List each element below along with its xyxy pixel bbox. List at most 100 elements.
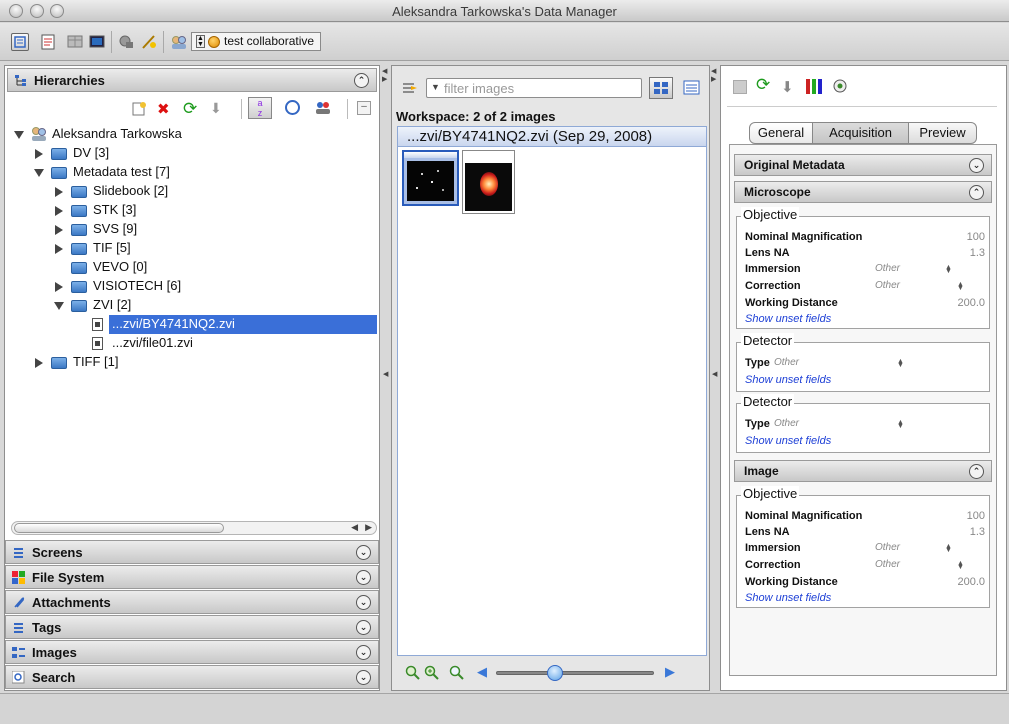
scroll-left-arrow-icon[interactable]: ◀ <box>351 522 358 533</box>
next-arrow-icon[interactable]: ▶ <box>665 664 675 680</box>
filter-people-icon[interactable] <box>314 100 332 119</box>
immersion-select[interactable]: Other <box>875 263 900 274</box>
editor-icon[interactable] <box>40 33 58 51</box>
filesystem-header[interactable]: File System ⌄ <box>5 565 379 589</box>
groups-icon[interactable] <box>170 33 188 51</box>
collapsed-arrow-icon[interactable] <box>55 244 63 254</box>
list-view-icon[interactable] <box>683 80 701 99</box>
table-view-icon[interactable] <box>66 33 84 51</box>
microscope-header[interactable]: Microscope ⌃ <box>734 181 992 203</box>
grip-arrow-icon[interactable]: ◀ <box>383 370 388 378</box>
lens-na-value[interactable]: 1.3 <box>970 526 985 538</box>
hierarchies-header[interactable]: Hierarchies ⌃ <box>7 68 377 92</box>
detector-type-select[interactable]: Other <box>774 418 799 429</box>
expanded-arrow-icon[interactable] <box>54 302 64 310</box>
updown-icon[interactable]: ▲ ▼ <box>945 543 952 554</box>
collapsed-arrow-icon[interactable] <box>35 149 43 159</box>
collapse-right-arrow-icon[interactable]: ▶ <box>711 75 716 83</box>
left-splitter[interactable]: ◀ ▶ ◀ <box>381 65 390 691</box>
collapse-left-arrow-icon[interactable]: ◀ <box>711 67 716 75</box>
sort-az-icon[interactable]: az <box>248 97 272 119</box>
collapsed-arrow-icon[interactable] <box>55 225 63 235</box>
attachments-header[interactable]: Attachments ⌄ <box>5 590 379 614</box>
expanded-arrow-icon[interactable] <box>34 169 44 177</box>
scroll-right-arrow-icon[interactable]: ▶ <box>365 522 372 533</box>
scrollbar-thumb[interactable] <box>14 523 224 533</box>
tab-general[interactable]: General <box>749 122 813 144</box>
refresh-icon[interactable]: ⟳ <box>756 75 770 95</box>
working-distance-value[interactable]: 200.0 <box>957 297 985 309</box>
collapse-tree-icon[interactable] <box>401 80 419 99</box>
thumbnail-view-icon[interactable] <box>649 77 673 99</box>
collapsed-arrow-icon[interactable] <box>55 282 63 292</box>
collapse-left-arrow-icon[interactable]: ◀ <box>382 67 387 75</box>
zoom-slider[interactable] <box>496 665 654 681</box>
previous-arrow-icon[interactable]: ◀ <box>477 664 487 680</box>
updown-icon[interactable]: ▲ ▼ <box>897 419 904 430</box>
refresh-icon[interactable]: ⟳ <box>183 99 197 119</box>
tab-acquisition[interactable]: Acquisition <box>813 122 909 144</box>
expand-chevron-icon[interactable]: ⌄ <box>356 670 371 685</box>
show-unset-fields-link[interactable]: Show unset fields <box>745 435 831 447</box>
filter-dropdown-icon[interactable]: ▼ <box>431 82 440 92</box>
lens-na-value[interactable]: 1.3 <box>970 247 985 259</box>
expand-chevron-icon[interactable]: ⌄ <box>356 570 371 585</box>
thumbnail-selected[interactable] <box>402 150 459 206</box>
right-splitter[interactable]: ◀ ▶ ◀ <box>710 65 719 691</box>
search-header[interactable]: Search ⌄ <box>5 665 379 689</box>
collapse-chevron-icon[interactable]: ⌃ <box>354 73 369 88</box>
channels-icon[interactable] <box>806 79 822 97</box>
zoom-out-icon[interactable] <box>405 665 421 684</box>
group-selector[interactable]: ▲ ▼ test collaborative <box>191 32 321 51</box>
zoom-slider-thumb[interactable] <box>547 665 563 681</box>
updown-icon[interactable]: ▲ ▼ <box>897 358 904 369</box>
nominal-magnification-value[interactable]: 100 <box>967 231 985 243</box>
collapsed-arrow-icon[interactable] <box>55 206 63 216</box>
delete-icon[interactable]: ✖ <box>157 100 170 118</box>
collapsed-arrow-icon[interactable] <box>35 358 43 368</box>
correction-select[interactable]: Other <box>875 280 900 291</box>
updown-icon[interactable]: ▲ ▼ <box>957 281 964 292</box>
original-metadata-header[interactable]: Original Metadata ⌄ <box>734 154 992 176</box>
hierarchy-view-icon[interactable] <box>11 33 29 51</box>
tag-manager-icon[interactable] <box>118 33 136 51</box>
image-header[interactable]: Image ⌃ <box>734 460 992 482</box>
annotate-icon[interactable] <box>140 33 158 51</box>
images-header[interactable]: Images ⌄ <box>5 640 379 664</box>
expand-chevron-icon[interactable]: ⌄ <box>969 158 984 173</box>
sort-date-icon[interactable] <box>285 100 300 115</box>
collapse-right-arrow-icon[interactable]: ▶ <box>382 75 387 83</box>
thumbnail[interactable] <box>462 150 515 214</box>
show-unset-fields-link[interactable]: Show unset fields <box>745 313 831 325</box>
collapse-chevron-icon[interactable]: ⌃ <box>969 464 984 479</box>
updown-icon[interactable]: ▲ ▼ <box>957 560 964 571</box>
new-container-icon[interactable] <box>131 101 147 120</box>
show-unset-fields-link[interactable]: Show unset fields <box>745 592 831 604</box>
nominal-magnification-value[interactable]: 100 <box>967 510 985 522</box>
viewer-icon[interactable] <box>831 78 849 97</box>
expand-chevron-icon[interactable]: ⌄ <box>356 620 371 635</box>
filter-images-input[interactable]: ▼ filter images <box>426 78 642 98</box>
collapsed-arrow-icon[interactable] <box>55 187 63 197</box>
expand-chevron-icon[interactable]: ⌄ <box>356 545 371 560</box>
screens-header[interactable]: Screens ⌄ <box>5 540 379 564</box>
expand-chevron-icon[interactable]: ⌄ <box>356 595 371 610</box>
immersion-select[interactable]: Other <box>875 542 900 553</box>
show-unset-fields-link[interactable]: Show unset fields <box>745 374 831 386</box>
tags-header[interactable]: Tags ⌄ <box>5 615 379 639</box>
minimize-panel-icon[interactable]: – <box>357 101 371 115</box>
collapse-chevron-icon[interactable]: ⌃ <box>969 185 984 200</box>
zoom-fit-icon[interactable] <box>449 665 465 684</box>
expand-chevron-icon[interactable]: ⌄ <box>356 645 371 660</box>
zoom-in-icon[interactable] <box>424 665 440 684</box>
download-icon[interactable]: ⬇ <box>781 78 794 96</box>
grip-arrow-icon[interactable]: ◀ <box>712 370 717 378</box>
expanded-arrow-icon[interactable] <box>14 131 24 139</box>
horizontal-scrollbar[interactable]: ◀ ▶ <box>11 521 377 535</box>
screen-view-icon[interactable] <box>88 33 106 51</box>
updown-icon[interactable]: ▲ ▼ <box>945 264 952 275</box>
tab-preview[interactable]: Preview <box>909 122 977 144</box>
working-distance-value[interactable]: 200.0 <box>957 576 985 588</box>
save-icon[interactable] <box>733 80 747 94</box>
detector-type-select[interactable]: Other <box>774 357 799 368</box>
